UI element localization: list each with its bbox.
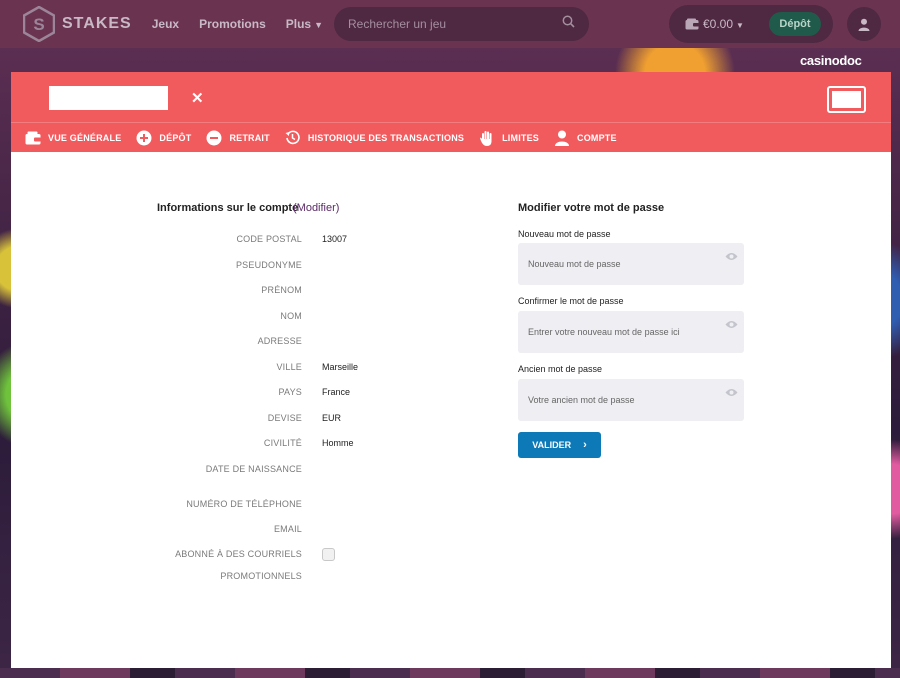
field-label: EMAIL <box>273 524 302 534</box>
user-icon <box>858 18 870 31</box>
user-icon <box>554 130 570 146</box>
confirm-password-input[interactable] <box>528 327 734 337</box>
svg-text:S: S <box>33 15 44 34</box>
account-row-last-name: NOM <box>11 311 431 325</box>
watermark-logo: casinodoc <box>800 53 862 68</box>
field-label: VILLE <box>276 362 302 372</box>
account-row-currency: DEVISE EUR <box>11 413 431 427</box>
minus-circle-icon <box>206 130 222 146</box>
redacted-header-box <box>827 86 866 113</box>
tab-deposit[interactable]: DÉPÔT <box>136 130 191 146</box>
eye-icon[interactable] <box>725 388 738 397</box>
account-row-address: ADRESSE <box>11 336 431 350</box>
field-label: PAYS <box>278 387 302 397</box>
brand-logo[interactable]: S STAKES <box>22 5 132 43</box>
chevron-right-icon: › <box>583 439 587 451</box>
account-row-city: VILLE Marseille <box>11 362 431 376</box>
tab-transaction-history[interactable]: HISTORIQUE DES TRANSACTIONS <box>285 130 464 146</box>
chevron-down-icon: ▼ <box>736 21 744 30</box>
submit-label: VALIDER <box>532 440 572 450</box>
new-password-field-wrapper <box>518 243 744 285</box>
submit-password-button[interactable]: VALIDER › <box>518 432 601 458</box>
account-row-birth-date: DATE DE NAISSANCE <box>11 464 431 478</box>
field-label: PSEUDONYME <box>235 260 302 270</box>
tab-label: VUE GÉNÉRALE <box>48 132 122 143</box>
modify-account-link[interactable]: (Modifier) <box>293 202 339 214</box>
field-label: NOM <box>280 311 302 321</box>
field-label: PROMOTIONNELS <box>220 571 302 581</box>
account-row-username: PSEUDONYME <box>11 260 431 274</box>
account-row-newsletter-line2: PROMOTIONNELS <box>11 571 431 585</box>
field-label: CIVILITÉ <box>263 438 302 448</box>
stakes-logo-icon: S <box>22 5 56 43</box>
tab-label: COMPTE <box>577 132 617 143</box>
field-value: France <box>322 387 351 397</box>
account-row-postal-code: CODE POSTAL 13007 <box>11 234 431 248</box>
field-label: NUMÉRO DE TÉLÉPHONE <box>186 499 302 509</box>
account-row-title: CIVILITÉ Homme <box>11 438 431 452</box>
tab-account[interactable]: COMPTE <box>554 130 617 146</box>
watermark-text: casinodoc <box>800 53 862 68</box>
nav-link-games[interactable]: Jeux <box>152 17 179 31</box>
field-value: 13007 <box>322 234 348 244</box>
new-password-label: Nouveau mot de passe <box>518 229 611 239</box>
password-section-title: Modifier votre mot de passe <box>518 202 665 214</box>
close-icon[interactable]: ✕ <box>191 89 204 107</box>
old-password-label: Ancien mot de passe <box>518 364 603 374</box>
brand-name: STAKES <box>62 15 132 32</box>
account-tabs: VUE GÉNÉRALE DÉPÔT RETRAIT HISTORIQUE DE… <box>11 122 891 152</box>
balance-amount: €0.00 ▼ <box>703 17 744 31</box>
field-label: CODE POSTAL <box>236 234 302 244</box>
field-value: EUR <box>322 413 342 423</box>
account-modal: ✕ VUE GÉNÉRALE DÉPÔT RETRAIT HISTORIQUE … <box>11 72 891 668</box>
wallet-icon <box>25 130 41 146</box>
search-icon[interactable] <box>562 15 575 33</box>
balance-value: €0.00 <box>703 17 734 31</box>
nav-link-promotions[interactable]: Promotions <box>199 17 266 31</box>
tab-label: RETRAIT <box>229 132 270 143</box>
newsletter-checkbox[interactable] <box>322 548 335 561</box>
account-row-phone: NUMÉRO DE TÉLÉPHONE <box>11 499 431 513</box>
field-label: DEVISE <box>267 413 302 423</box>
account-row-first-name: PRÉNOM <box>11 285 431 299</box>
nav-link-more[interactable]: Plus ▼ <box>286 17 323 31</box>
confirm-password-field-wrapper <box>518 311 744 353</box>
tab-label: DÉPÔT <box>159 132 192 143</box>
search-input[interactable] <box>348 17 562 31</box>
old-password-field-wrapper <box>518 379 744 421</box>
plus-circle-icon <box>136 130 152 146</box>
field-label: DATE DE NAISSANCE <box>205 464 302 474</box>
new-password-input[interactable] <box>528 259 734 269</box>
field-value: Homme <box>322 438 354 448</box>
account-row-email: EMAIL <box>11 524 431 538</box>
account-info-title: Informations sur le compte <box>157 202 299 214</box>
tab-label: HISTORIQUE DES TRANSACTIONS <box>307 132 465 143</box>
modal-header: ✕ <box>11 72 891 122</box>
confirm-password-label: Confirmer le mot de passe <box>518 296 624 306</box>
wallet-icon <box>685 18 699 30</box>
chevron-down-icon: ▼ <box>314 20 324 30</box>
tab-withdraw[interactable]: RETRAIT <box>206 130 270 146</box>
history-icon <box>285 130 301 146</box>
search-bar <box>334 7 589 41</box>
eye-icon[interactable] <box>725 252 738 261</box>
deposit-button[interactable]: Dépôt <box>769 12 821 36</box>
eye-icon[interactable] <box>725 320 738 329</box>
background-game-thumbnails <box>0 668 900 678</box>
field-value: Marseille <box>322 362 359 372</box>
account-row-newsletter: ABONNÉ À DES COURRIELS <box>11 549 431 563</box>
tab-overview[interactable]: VUE GÉNÉRALE <box>25 130 121 146</box>
user-menu-button[interactable] <box>847 7 881 41</box>
hand-icon <box>479 130 495 146</box>
account-row-country: PAYS France <box>11 387 431 401</box>
field-label: ADRESSE <box>257 336 302 346</box>
field-label: PRÉNOM <box>261 285 302 295</box>
tab-label: LIMITES <box>502 132 539 143</box>
nav-link-more-label: Plus <box>285 17 312 31</box>
tab-limits[interactable]: LIMITES <box>479 130 539 146</box>
redacted-username <box>49 86 168 110</box>
field-label: ABONNÉ À DES COURRIELS <box>175 549 302 559</box>
old-password-input[interactable] <box>528 395 734 405</box>
